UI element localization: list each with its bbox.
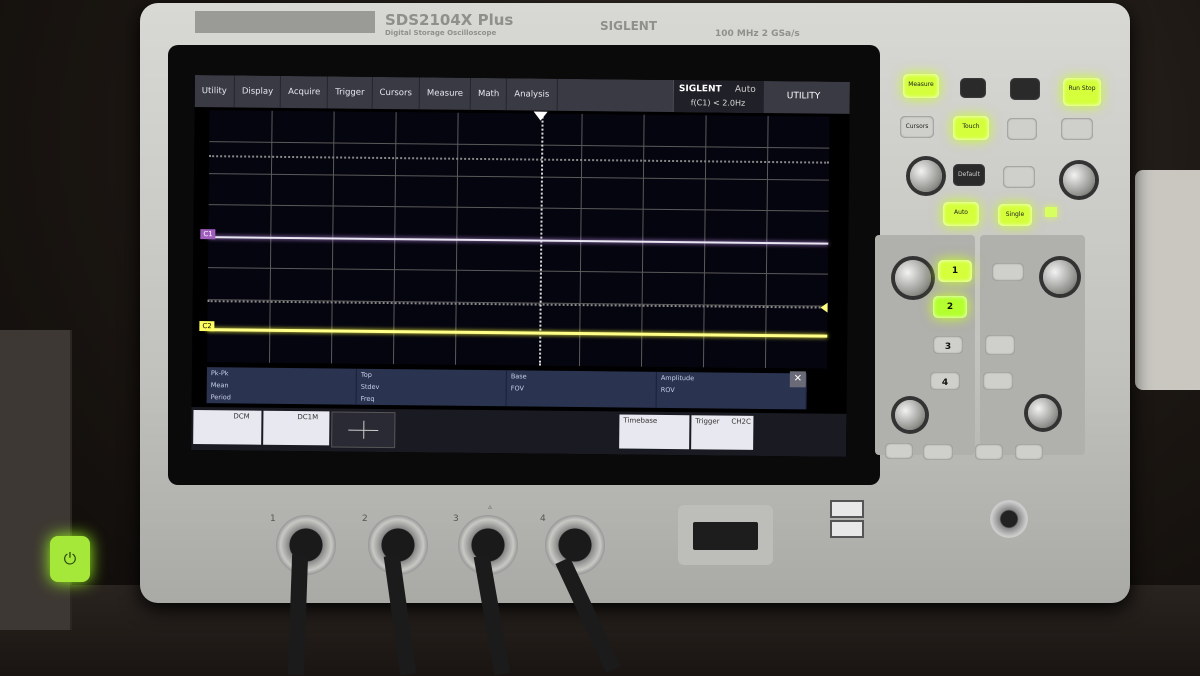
zero-button[interactable] xyxy=(985,335,1015,355)
channel-1-coupling: DCM xyxy=(233,412,250,421)
channel-4-button[interactable]: 4 xyxy=(930,372,960,390)
grid-hline xyxy=(208,204,829,212)
save-button[interactable] xyxy=(1061,118,1093,140)
trigger-led xyxy=(1045,207,1057,217)
slot-opening xyxy=(693,522,758,550)
brand-strip xyxy=(195,11,375,33)
model-subtitle: Digital Storage Oscilloscope xyxy=(385,29,497,37)
touch-button[interactable]: Touch xyxy=(953,116,989,140)
timebase-label: Timebase xyxy=(623,416,658,425)
vertical-position-knob[interactable] xyxy=(895,400,925,430)
history-button[interactable] xyxy=(960,78,986,98)
input-4-connector[interactable] xyxy=(545,515,605,575)
add-channel-button[interactable] xyxy=(331,411,396,449)
channel-2-button[interactable]: 2 xyxy=(933,296,967,318)
front-panel-controls: Measure Run Stop Cursors Touch Default A… xyxy=(745,60,1101,470)
spec-label: 100 MHz 2 GSa/s xyxy=(715,29,800,39)
trigger-position-marker[interactable] xyxy=(533,111,548,121)
measurement-table: Pk-Pk Top Base Amplitude Mean Stdev FOV … xyxy=(206,367,807,410)
warning-label: ⚠ xyxy=(487,505,493,511)
single-button[interactable]: Single xyxy=(998,204,1032,226)
usb-port[interactable] xyxy=(830,520,864,538)
channel-2-info-box[interactable]: DC1M xyxy=(263,410,330,446)
grid-hline xyxy=(208,173,829,181)
utility-button[interactable] xyxy=(1007,118,1037,140)
channel-1-trace xyxy=(208,236,829,245)
channel-2-coupling: DC1M xyxy=(297,413,319,422)
grid-dots xyxy=(209,155,830,165)
input-1-label: 1 xyxy=(270,514,276,524)
menu-display[interactable]: Display xyxy=(234,75,282,108)
clear-sweeps-button[interactable] xyxy=(1003,166,1035,188)
channel-1-info-box[interactable]: DCM xyxy=(193,410,262,445)
channel-1-marker[interactable]: C1 xyxy=(200,229,216,240)
analog-button[interactable] xyxy=(992,263,1024,281)
horizontal-position-knob[interactable] xyxy=(1028,398,1058,428)
timebase-knob[interactable] xyxy=(1043,260,1077,294)
input-4-label: 4 xyxy=(540,514,546,524)
brand-logo: SIGLENT xyxy=(600,19,658,33)
ref-button[interactable] xyxy=(885,443,913,459)
channel-3-button[interactable]: 3 xyxy=(933,336,963,354)
auto-button[interactable]: Auto xyxy=(943,202,979,226)
menu-cursors[interactable]: Cursors xyxy=(372,76,421,110)
meas-label: Freq xyxy=(356,392,507,407)
channel-1-button[interactable]: 1 xyxy=(938,260,972,282)
grid-hline xyxy=(209,141,830,149)
volts-div-knob[interactable] xyxy=(895,260,931,296)
cursor-knob[interactable] xyxy=(910,160,942,192)
menu-measure[interactable]: Measure xyxy=(419,77,472,110)
math-button[interactable] xyxy=(983,372,1013,390)
usb-port[interactable] xyxy=(830,500,864,518)
trigger-label: Trigger xyxy=(695,417,720,426)
timebase-box[interactable]: Timebase xyxy=(619,414,690,450)
channel-2-marker[interactable]: C2 xyxy=(199,321,215,332)
menu-analysis[interactable]: Analysis xyxy=(507,78,558,111)
grid-hline xyxy=(207,267,828,275)
menu-acquire[interactable]: Acquire xyxy=(281,75,329,109)
acquire-button[interactable] xyxy=(1010,78,1040,100)
input-2-label: 2 xyxy=(362,514,368,524)
input-3-label: 3 xyxy=(453,514,459,524)
probe-compensation-slot xyxy=(678,505,773,565)
menu-trigger[interactable]: Trigger xyxy=(328,76,373,109)
aux-connector[interactable] xyxy=(990,500,1028,538)
trigger-mode: SIGLENT xyxy=(678,84,722,95)
navigate-button[interactable] xyxy=(923,444,953,460)
run-stop-button[interactable]: Run Stop xyxy=(1063,78,1101,106)
plus-icon xyxy=(363,420,365,439)
measure-button[interactable]: Measure xyxy=(903,74,939,98)
power-icon[interactable]: ⏻ xyxy=(50,536,90,582)
trigger-level-knob[interactable] xyxy=(1063,164,1095,196)
left-equipment xyxy=(0,330,72,630)
menu-utility[interactable]: Utility xyxy=(194,75,236,108)
default-button[interactable]: Default xyxy=(953,164,985,186)
channel-2-trace xyxy=(207,328,828,338)
right-equipment xyxy=(1135,170,1200,390)
meas-label: Period xyxy=(206,391,357,405)
trigger-info: f(C1) < 2.0Hz xyxy=(690,98,746,108)
meas-label xyxy=(506,394,657,408)
waveform-grid[interactable]: C1 C2 xyxy=(199,110,830,369)
zoom-button[interactable] xyxy=(1015,444,1043,460)
menu-math[interactable]: Math xyxy=(470,77,508,111)
cursors-button[interactable]: Cursors xyxy=(900,116,934,138)
roll-button[interactable] xyxy=(975,444,1003,460)
model-name: SDS2104X Plus xyxy=(385,11,514,29)
